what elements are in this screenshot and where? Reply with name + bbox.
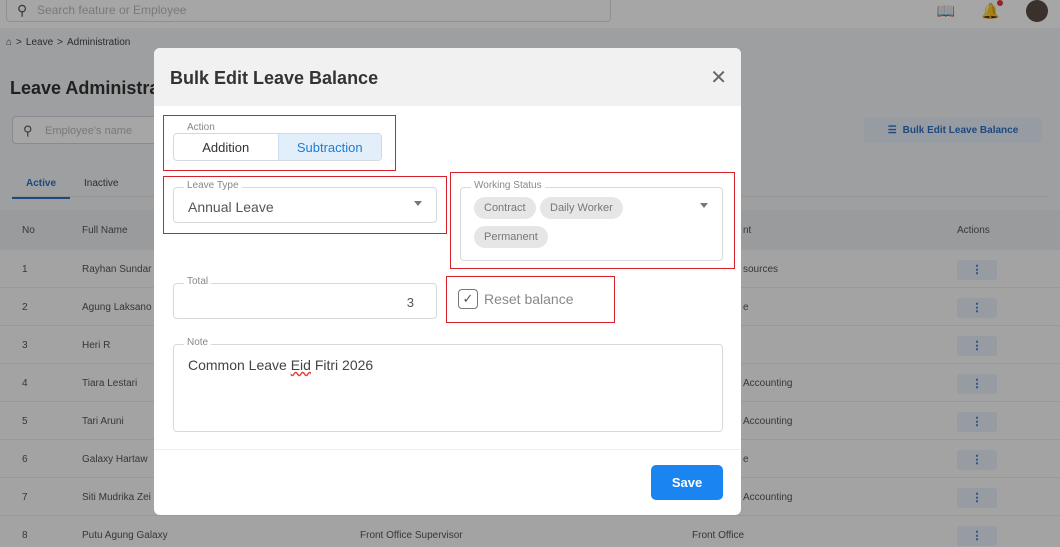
action-segmented-control: Addition Subtraction — [173, 133, 382, 161]
chevron-down-icon — [414, 201, 422, 206]
modal-title: Bulk Edit Leave Balance — [170, 68, 379, 88]
working-status-multiselect[interactable]: Contract Daily Worker Permanent — [460, 187, 723, 261]
save-button[interactable]: Save — [651, 465, 723, 500]
note-label: Note — [184, 337, 212, 348]
footer-divider — [154, 449, 741, 450]
total-value: 3 — [406, 295, 414, 310]
leave-type-value: Annual Leave — [188, 199, 274, 215]
note-value: Common Leave Eid Fitri 2026 — [188, 357, 373, 373]
action-option-addition[interactable]: Addition — [174, 134, 278, 160]
reset-balance-label[interactable]: Reset balance — [484, 291, 574, 307]
total-input[interactable]: 3 — [173, 283, 437, 319]
leave-type-select[interactable]: Annual Leave — [173, 187, 437, 223]
leave-type-label: Leave Type — [184, 180, 242, 191]
note-textarea[interactable]: Common Leave Eid Fitri 2026 — [173, 344, 723, 432]
chip-permanent[interactable]: Permanent — [474, 226, 548, 248]
note-text-before: Common Leave — [188, 357, 291, 373]
chevron-down-icon — [700, 203, 708, 208]
bulk-edit-modal: Bulk Edit Leave Balance ✕ Action Additio… — [154, 48, 741, 515]
working-status-label: Working Status — [471, 180, 545, 191]
action-label: Action — [184, 122, 218, 133]
note-misspelled-word: Eid — [290, 357, 311, 373]
modal-header: Bulk Edit Leave Balance ✕ — [154, 48, 741, 106]
chip-daily-worker[interactable]: Daily Worker — [540, 197, 623, 219]
action-option-subtraction[interactable]: Subtraction — [277, 134, 381, 160]
reset-balance-checkbox[interactable]: ✓ — [458, 289, 478, 309]
chip-contract[interactable]: Contract — [474, 197, 536, 219]
close-icon[interactable]: ✕ — [710, 65, 727, 90]
total-label: Total — [184, 276, 212, 287]
note-text-after: Fitri 2026 — [310, 357, 374, 373]
